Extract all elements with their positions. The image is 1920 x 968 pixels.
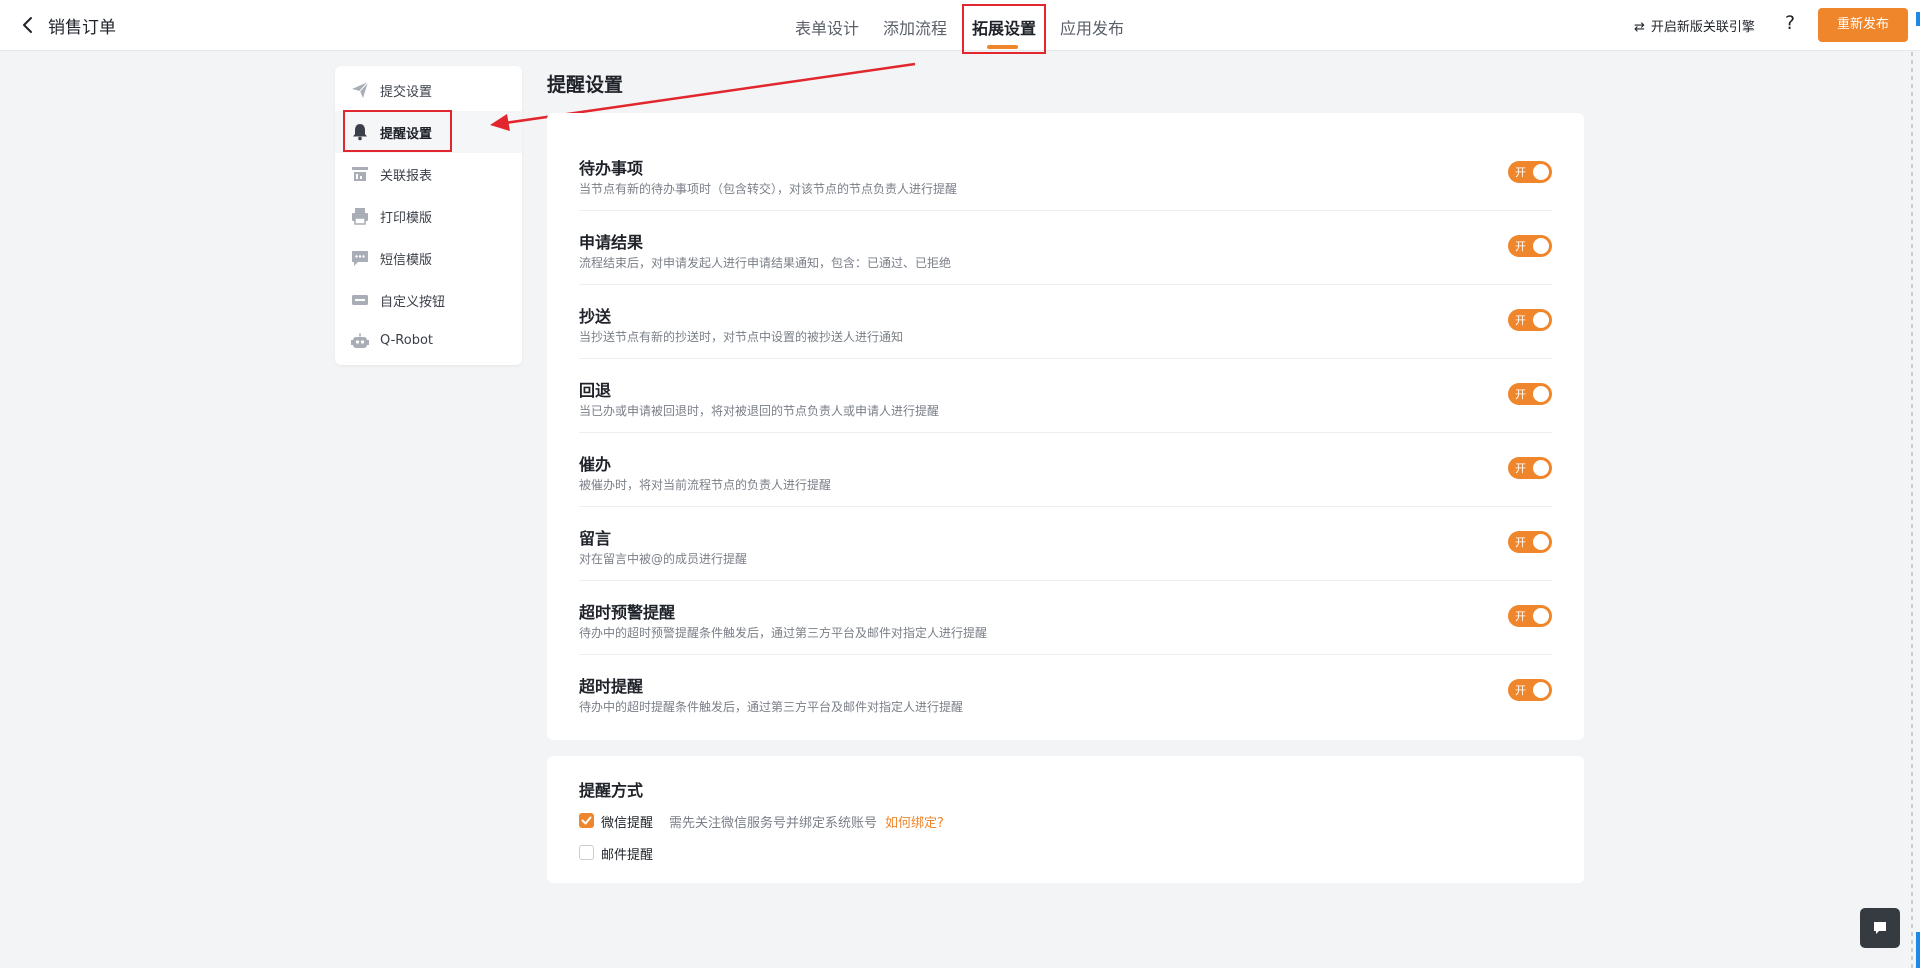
setting-title: 超时提醒	[579, 677, 644, 696]
toggle-label: 开	[1515, 610, 1526, 623]
toggle-switch[interactable]: 开	[1508, 383, 1552, 405]
republish-button[interactable]: 重新发布	[1818, 8, 1908, 42]
setting-description: 待办中的超时提醒条件触发后，通过第三方平台及邮件对指定人进行提醒	[579, 700, 964, 714]
toggle-switch[interactable]: 开	[1508, 457, 1552, 479]
toggle-label: 开	[1515, 536, 1526, 549]
setting-title: 留言	[579, 529, 612, 548]
sidebar-item-label: Q-Robot	[380, 333, 433, 348]
setting-row-todo: 待办事项 当节点有新的待办事项时（包含转交），对该节点的节点负责人进行提醒 开	[579, 137, 1552, 211]
setting-row-rollback: 回退 当已办或申请被回退时，将对被退回的节点负责人或申请人进行提醒 开	[579, 359, 1552, 433]
toggle-knob	[1533, 682, 1549, 698]
robot-icon	[351, 333, 369, 348]
edge-marker	[1916, 12, 1920, 26]
setting-row-urge: 催办 被催办时，将对当前流程节点的负责人进行提醒 开	[579, 433, 1552, 507]
chat-icon	[1874, 922, 1886, 934]
scrollbar-track[interactable]	[1911, 52, 1913, 968]
toggle-knob	[1533, 460, 1549, 476]
toggle-knob	[1533, 608, 1549, 624]
setting-description: 对在留言中被@的成员进行提醒	[579, 552, 748, 566]
email-reminder-label[interactable]: 邮件提醒	[601, 844, 653, 863]
switch-arrows-icon: ⇄	[1634, 20, 1645, 35]
toggle-switch[interactable]: 开	[1508, 605, 1552, 627]
help-icon[interactable]: ?	[1785, 12, 1795, 34]
wechat-reminder-hint: 需先关注微信服务号并绑定系统账号	[669, 816, 878, 831]
sidebar-item-print-template[interactable]: 打印模版	[335, 195, 522, 237]
setting-row-application-result: 申请结果 流程结束后，对申请发起人进行申请结果通知，包含：已通过、已拒绝 开	[579, 211, 1552, 285]
setting-title: 超时预警提醒	[579, 603, 676, 622]
setting-description: 当节点有新的待办事项时（包含转交），对该节点的节点负责人进行提醒	[579, 182, 958, 196]
reminder-settings-card: 待办事项 当节点有新的待办事项时（包含转交），对该节点的节点负责人进行提醒 开 …	[547, 113, 1584, 740]
email-reminder-checkbox[interactable]	[579, 845, 594, 860]
setting-description: 被催办时，将对当前流程节点的负责人进行提醒	[579, 478, 832, 492]
toggle-switch[interactable]: 开	[1508, 309, 1552, 331]
toggle-knob	[1533, 238, 1549, 254]
engine-toggle-link[interactable]: ⇄ 开启新版关联引擎	[1634, 16, 1755, 35]
toggle-label: 开	[1515, 166, 1526, 179]
toggle-label: 开	[1515, 314, 1526, 327]
top-bar: 销售订单 表单设计 添加流程 拓展设置 应用发布 ⇄ 开启新版关联引擎 ? 重新发…	[0, 0, 1920, 51]
toggle-knob	[1533, 164, 1549, 180]
sidebar-item-label: 关联报表	[380, 169, 433, 184]
setting-title: 抄送	[579, 307, 612, 326]
check-icon	[581, 816, 592, 825]
setting-description: 当已办或申请被回退时，将对被退回的节点负责人或申请人进行提醒	[579, 404, 940, 418]
toggle-switch[interactable]: 开	[1508, 679, 1552, 701]
edge-marker	[1916, 932, 1920, 968]
sidebar-item-custom-button[interactable]: 自定义按钮	[335, 279, 522, 321]
chat-support-button[interactable]	[1860, 908, 1900, 948]
sidebar-item-linked-report[interactable]: 关联报表	[335, 153, 522, 195]
sms-icon	[352, 251, 368, 266]
setting-row-comment: 留言 对在留言中被@的成员进行提醒 开	[579, 507, 1552, 581]
toggle-label: 开	[1515, 684, 1526, 697]
reminder-method-card: 提醒方式 微信提醒 需先关注微信服务号并绑定系统账号 如何绑定? 邮件提醒	[547, 756, 1584, 883]
sidebar-item-submit-settings[interactable]: 提交设置	[335, 69, 522, 111]
sidebar-item-q-robot[interactable]: Q-Robot	[335, 321, 522, 363]
sidebar-item-label: 提交设置	[380, 85, 433, 100]
toggle-knob	[1533, 386, 1549, 402]
section-title: 提醒设置	[547, 74, 624, 96]
setting-title: 申请结果	[579, 233, 644, 252]
sidebar-item-sms-template[interactable]: 短信模版	[335, 237, 522, 279]
button-icon	[352, 295, 368, 305]
printer-icon	[352, 208, 368, 225]
method-title: 提醒方式	[579, 781, 644, 800]
annotation-box-tab	[962, 4, 1046, 54]
setting-description: 流程结束后，对申请发起人进行申请结果通知，包含：已通过、已拒绝	[579, 256, 952, 270]
toggle-label: 开	[1515, 388, 1526, 401]
setting-description: 当抄送节点有新的抄送时，对节点中设置的被抄送人进行通知	[579, 330, 904, 344]
toggle-knob	[1533, 312, 1549, 328]
setting-title: 回退	[579, 381, 612, 400]
tab-app-publish[interactable]: 应用发布	[1060, 15, 1124, 39]
app-title: 销售订单	[48, 18, 116, 38]
how-to-bind-link[interactable]: 如何绑定?	[885, 812, 944, 831]
tab-form-design[interactable]: 表单设计	[795, 15, 859, 39]
toggle-label: 开	[1515, 240, 1526, 253]
sidebar-item-label: 短信模版	[380, 253, 433, 268]
toggle-label: 开	[1515, 462, 1526, 475]
send-icon	[352, 81, 369, 98]
engine-link-label: 开启新版关联引擎	[1650, 20, 1755, 35]
setting-title: 催办	[579, 455, 612, 474]
toggle-switch[interactable]: 开	[1508, 161, 1552, 183]
toggle-switch[interactable]: 开	[1508, 235, 1552, 257]
tab-add-process[interactable]: 添加流程	[883, 15, 947, 39]
setting-row-timeout-warning: 超时预警提醒 待办中的超时预警提醒条件触发后，通过第三方平台及邮件对指定人进行提…	[579, 581, 1552, 655]
sidebar-item-label: 自定义按钮	[380, 295, 446, 310]
back-arrow-icon[interactable]	[20, 16, 36, 34]
setting-description: 待办中的超时预警提醒条件触发后，通过第三方平台及邮件对指定人进行提醒	[579, 626, 988, 640]
toggle-switch[interactable]: 开	[1508, 531, 1552, 553]
annotation-box-sidebar	[343, 110, 452, 152]
setting-row-cc: 抄送 当抄送节点有新的抄送时，对节点中设置的被抄送人进行通知 开	[579, 285, 1552, 359]
report-icon	[352, 167, 368, 181]
toggle-knob	[1533, 534, 1549, 550]
setting-title: 待办事项	[579, 159, 644, 178]
setting-row-timeout: 超时提醒 待办中的超时提醒条件触发后，通过第三方平台及邮件对指定人进行提醒 开	[579, 655, 1552, 729]
wechat-reminder-checkbox[interactable]	[579, 813, 594, 828]
sidebar-item-label: 打印模版	[380, 211, 433, 226]
wechat-reminder-label[interactable]: 微信提醒	[601, 812, 653, 831]
